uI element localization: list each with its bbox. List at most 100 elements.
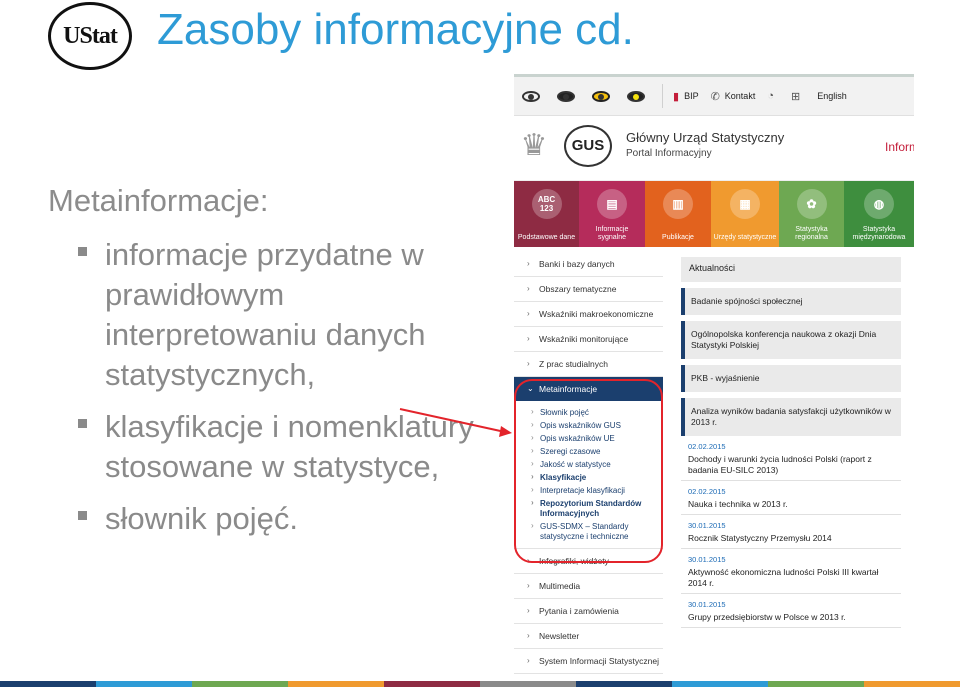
book-icon: ▥ bbox=[663, 189, 693, 219]
bip-link[interactable]: ▮ BIP bbox=[673, 90, 699, 103]
accessibility-toolbar: ▮ BIP ✆ Kontakt ◔ ⊞ English bbox=[514, 74, 914, 116]
contrast-yellow-icon[interactable] bbox=[592, 90, 610, 102]
chevron-right-icon: › bbox=[527, 309, 530, 318]
sidebar-item-label: Wskaźniki monitorujące bbox=[539, 334, 629, 344]
news-text: Aktywność ekonomiczna ludności Polski II… bbox=[688, 567, 879, 588]
bullet-item: klasyfikacje i nomenklatury stosowane w … bbox=[78, 407, 488, 487]
ustat-logo: UStat bbox=[48, 2, 132, 70]
sidebar-item-label: Banki i bazy danych bbox=[539, 259, 615, 269]
news-card[interactable]: Ogólnopolska konferencja naukowa z okazj… bbox=[681, 321, 901, 359]
news-date: 02.02.2015 bbox=[688, 442, 726, 451]
sidebar-item-wskazniki-makro[interactable]: › Wskaźniki makroekonomiczne bbox=[514, 302, 663, 327]
chevron-right-icon: › bbox=[527, 284, 530, 293]
sidebar-item-label: Multimedia bbox=[539, 581, 581, 591]
gus-logo[interactable]: GUS bbox=[564, 125, 612, 167]
header-right-text: Inform bbox=[885, 140, 914, 154]
submenu-item[interactable]: Klasyfikacje bbox=[528, 472, 663, 485]
sidebar-item-label: Infografiki, widżety bbox=[539, 556, 609, 566]
news-item[interactable]: 02.02.2015 Nauka i technika w 2013 r. bbox=[681, 481, 901, 515]
news-card[interactable]: PKB - wyjaśnienie bbox=[681, 365, 901, 392]
sidebar-item-system-informacji[interactable]: › System Informacji Statystycznej bbox=[514, 649, 663, 674]
submenu-item[interactable]: GUS-SDMX – Standardy statystyczne i tech… bbox=[528, 521, 663, 544]
sidebar-item-multimedia[interactable]: › Multimedia bbox=[514, 574, 663, 599]
news-date: 30.01.2015 bbox=[688, 600, 726, 609]
sidebar-item-obszary[interactable]: › Obszary tematyczne bbox=[514, 277, 663, 302]
footer-color-strip bbox=[0, 681, 960, 687]
sidebar-item-label: Wskaźniki makroekonomiczne bbox=[539, 309, 654, 319]
sidebar-item-label: Z prac studialnych bbox=[539, 359, 608, 369]
news-card[interactable]: Badanie spójności społecznej bbox=[681, 288, 901, 315]
toolbar-divider bbox=[662, 84, 663, 108]
english-label: English bbox=[817, 91, 847, 101]
news-column: Aktualności Badanie spójności społecznej… bbox=[681, 257, 901, 628]
chevron-right-icon: › bbox=[527, 556, 530, 565]
chevron-down-icon: ⌄ bbox=[527, 384, 534, 393]
submenu-item[interactable]: Opis wskaźników UE bbox=[528, 433, 663, 446]
contact-link[interactable]: ✆ Kontakt bbox=[711, 90, 756, 103]
news-item[interactable]: 30.01.2015 Rocznik Statystyczny Przemysł… bbox=[681, 515, 901, 549]
sidebar-item-z-prac[interactable]: › Z prac studialnych bbox=[514, 352, 663, 377]
portal-subtitle: Portal Informacyjny bbox=[626, 148, 712, 159]
sidebar-item-label: Metainformacje bbox=[539, 384, 598, 394]
tile-podstawowe-dane[interactable]: ABC 123 Podstawowe dane bbox=[514, 181, 579, 247]
gus-portal-screenshot: ▮ BIP ✆ Kontakt ◔ ⊞ English ♛ GUS Główny… bbox=[514, 74, 914, 680]
sidebar-item-banki[interactable]: › Banki i bazy danych bbox=[514, 252, 663, 277]
tile-label: Publikacje bbox=[662, 234, 694, 241]
chevron-right-icon: › bbox=[527, 359, 530, 368]
tile-urzedy-statystyczne[interactable]: ▦ Urzędy statystyczne bbox=[711, 181, 779, 247]
submenu-item[interactable]: Szeregi czasowe bbox=[528, 446, 663, 459]
tile-label: Urzędy statystyczne bbox=[713, 234, 777, 241]
rss-link[interactable]: ◔ bbox=[767, 90, 779, 102]
bullet-list: informacje przydatne w prawidłowym inter… bbox=[78, 235, 488, 551]
submenu-item[interactable]: Jakość w statystyce bbox=[528, 459, 663, 472]
contact-label: Kontakt bbox=[724, 91, 756, 101]
contrast-dark-icon[interactable] bbox=[557, 90, 575, 102]
bullet-item: informacje przydatne w prawidłowym inter… bbox=[78, 235, 488, 395]
contrast-black-yellow-icon[interactable] bbox=[627, 90, 645, 102]
slide-title: Zasoby informacyjne cd. bbox=[157, 5, 634, 54]
sidebar-item-pytania[interactable]: › Pytania i zamówienia bbox=[514, 599, 663, 624]
tile-statystyka-miedzynarodowa[interactable]: ◍ Statystyka międzynarodowa bbox=[844, 181, 914, 247]
chevron-right-icon: › bbox=[527, 259, 530, 268]
sidebar-item-infografiki[interactable]: › Infografiki, widżety bbox=[514, 549, 663, 574]
phone-icon: ✆ bbox=[710, 90, 720, 103]
tile-publikacje[interactable]: ▥ Publikacje bbox=[645, 181, 711, 247]
sidebar-item-wskazniki-monitorujace[interactable]: › Wskaźniki monitorujące bbox=[514, 327, 663, 352]
submenu-item[interactable]: Słownik pojęć bbox=[528, 407, 663, 420]
chevron-right-icon: › bbox=[527, 606, 530, 615]
tile-label: Statystyka regionalna bbox=[795, 226, 828, 241]
abc-123-icon: ABC 123 bbox=[531, 189, 562, 219]
bullet-text: słownik pojęć. bbox=[105, 500, 298, 536]
rss-icon: ◔ bbox=[767, 90, 774, 102]
metainformacje-submenu: Słownik pojęć Opis wskaźników GUS Opis w… bbox=[514, 401, 663, 549]
news-date: 30.01.2015 bbox=[688, 555, 726, 564]
submenu-item[interactable]: Interpretacje klasyfikacji bbox=[528, 485, 663, 498]
news-text: Rocznik Statystyczny Przemysłu 2014 bbox=[688, 533, 832, 543]
portal-title: Główny Urząd Statystyczny bbox=[626, 130, 785, 145]
english-link[interactable]: English bbox=[817, 91, 847, 101]
sidebar-item-label: System Informacji Statystycznej bbox=[539, 656, 659, 666]
chevron-right-icon: › bbox=[527, 581, 530, 590]
chevron-right-icon: › bbox=[527, 334, 530, 343]
tile-informacje-sygnalne[interactable]: ▤ Informacje sygnalne bbox=[579, 181, 645, 247]
sitemap-link[interactable]: ⊞ bbox=[791, 90, 805, 103]
news-item[interactable]: 30.01.2015 Grupy przedsiębiorstw w Polsc… bbox=[681, 594, 901, 628]
contrast-normal-icon[interactable] bbox=[522, 90, 540, 102]
section-heading: Metainformacje: bbox=[48, 183, 269, 218]
tile-statystyka-regionalna[interactable]: ✿ Statystyka regionalna bbox=[779, 181, 844, 247]
submenu-item[interactable]: Opis wskaźników GUS bbox=[528, 420, 663, 433]
tile-label: Informacje sygnalne bbox=[595, 226, 629, 241]
doc-icon: ▤ bbox=[597, 189, 627, 219]
map-icon: ✿ bbox=[796, 189, 827, 219]
sidebar-item-metainformacje[interactable]: ⌄ Metainformacje bbox=[514, 377, 663, 401]
category-tiles: ABC 123 Podstawowe dane ▤ Informacje sygn… bbox=[514, 181, 914, 247]
sidebar-item-newsletter[interactable]: › Newsletter bbox=[514, 624, 663, 649]
ustat-logo-text: UStat bbox=[63, 23, 118, 49]
submenu-item[interactable]: Repozytorium Standardów Informacyjnych bbox=[528, 498, 663, 521]
news-text: Grupy przedsiębiorstw w Polsce w 2013 r. bbox=[688, 612, 846, 622]
news-item[interactable]: 02.02.2015 Dochody i warunki życia ludno… bbox=[681, 436, 901, 481]
news-card[interactable]: Analiza wyników badania satysfakcji użyt… bbox=[681, 398, 901, 436]
bip-label: BIP bbox=[684, 91, 699, 101]
news-item[interactable]: 30.01.2015 Aktywność ekonomiczna ludnośc… bbox=[681, 549, 901, 594]
tile-label: Podstawowe dane bbox=[517, 234, 576, 241]
